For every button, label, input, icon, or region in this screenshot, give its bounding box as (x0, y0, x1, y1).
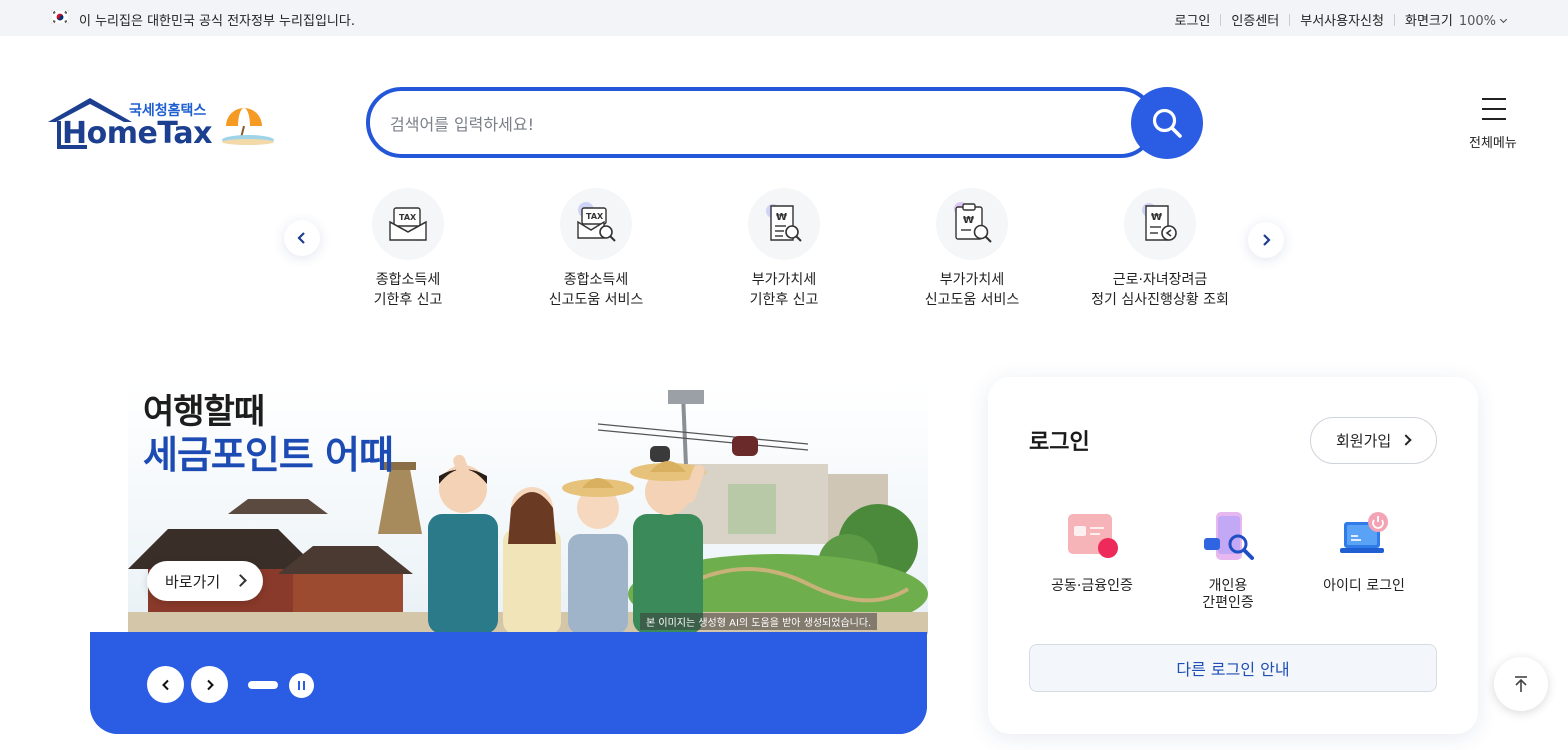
chevron-left-icon (161, 679, 169, 690)
won-document-icon: ₩ (748, 188, 820, 260)
chevron-right-icon (1400, 434, 1412, 446)
certificate-card-icon (1068, 514, 1118, 558)
join-button[interactable]: 회원가입 (1310, 417, 1437, 464)
hamburger-icon (1482, 98, 1506, 128)
logo-title: HomeTax (62, 116, 213, 151)
quick-service-label: 기한후 신고 (373, 292, 443, 308)
search-button[interactable] (1131, 87, 1203, 159)
simple-auth-label: 개인용 간편인증 (1202, 578, 1254, 611)
svg-text:₩: ₩ (776, 212, 787, 223)
banner-goto-button[interactable]: 바로가기 (147, 561, 263, 601)
won-document-clock-icon: ₩ (1124, 188, 1196, 260)
banner-goto-label: 바로가기 (165, 572, 221, 591)
chevron-right-icon (1263, 234, 1271, 246)
svg-text:₩: ₩ (963, 215, 974, 226)
chevron-left-icon (297, 232, 305, 244)
quick-service-item[interactable]: ₩ 부가가치세신고도움 서비스 (877, 188, 1067, 318)
search-icon (1152, 108, 1182, 138)
other-login-guide-button[interactable]: 다른 로그인 안내 (1029, 644, 1437, 692)
banner-prev-button[interactable] (147, 666, 184, 703)
ai-image-notice: 본 이미지는 생성형 AI의 도움을 받아 생성되었습니다. (640, 613, 878, 630)
quick-service-label: 신고도움 서비스 (548, 292, 644, 308)
zoom-value: 100% (1458, 14, 1496, 29)
full-menu-button[interactable]: 전체메뉴 (1460, 96, 1528, 152)
quick-service-label: 기한후 신고 (749, 292, 819, 308)
quick-service-label: 근로·자녀장려금 (1112, 272, 1208, 288)
dept-user-request-link[interactable]: 부서사용자신청 (1290, 10, 1394, 29)
won-clipboard-search-icon: ₩ (936, 188, 1008, 260)
quick-service-label: 부가가치세 (751, 272, 817, 288)
phone-search-icon (1204, 512, 1254, 560)
svg-text:TAX: TAX (399, 213, 417, 222)
quick-service-label: 신고도움 서비스 (924, 292, 1020, 308)
full-menu-label: 전체메뉴 (1469, 136, 1517, 151)
quick-service-item[interactable]: ₩ 근로·자녀장려금정기 심사진행상황 조회 (1065, 188, 1255, 318)
chevron-right-icon (206, 679, 214, 690)
quick-service-label: 부가가치세 (939, 272, 1005, 288)
quick-service-item[interactable]: TAX 종합소득세신고도움 서비스 (501, 188, 691, 318)
other-login-label: 다른 로그인 안내 (1176, 660, 1290, 679)
banner-next-button[interactable] (191, 666, 228, 703)
cert-login-label: 공동·금융인증 (1051, 578, 1133, 594)
id-login-option[interactable]: 아이디 로그인 (1304, 508, 1424, 595)
join-label: 회원가입 (1336, 432, 1392, 450)
quick-service-label: 종합소득세 (375, 272, 441, 288)
id-login-label: 아이디 로그인 (1323, 578, 1405, 594)
svg-text:₩: ₩ (1151, 212, 1162, 223)
gov-notice-text: 이 누리집은 대한민국 공식 전자정부 누리집입니다. (79, 14, 355, 29)
utility-links: 로그인 인증센터 부서사용자신청 화면크기 100% (1165, 10, 1516, 29)
quick-next-button[interactable] (1248, 222, 1284, 258)
quick-service-item[interactable]: TAX 종합소득세기한후 신고 (313, 188, 503, 318)
banner-title-line2: 세금포인트 어때 (143, 433, 394, 477)
arrow-up-to-top-icon (1515, 676, 1527, 692)
tax-search-icon: TAX (560, 188, 632, 260)
banner-pause-button[interactable] (289, 673, 314, 698)
cert-center-link[interactable]: 인증센터 (1221, 10, 1289, 29)
svg-text:TAX: TAX (586, 212, 604, 221)
zoom-label: 화면크기 (1404, 14, 1453, 29)
korean-flag-icon (51, 10, 69, 24)
login-link[interactable]: 로그인 (1165, 10, 1221, 29)
top-bar: 이 누리집은 대한민국 공식 전자정부 누리집입니다. 로그인 인증센터 부서사… (0, 0, 1568, 36)
pause-icon (298, 681, 300, 690)
login-title: 로그인 (1029, 430, 1090, 455)
tax-envelope-icon: TAX (372, 188, 444, 260)
quick-service-item[interactable]: ₩ 부가가치세기한후 신고 (689, 188, 879, 318)
search-input[interactable] (390, 112, 1090, 136)
chevron-right-icon (234, 574, 247, 587)
chevron-down-icon (1499, 15, 1508, 24)
quick-service-label: 종합소득세 (563, 272, 629, 288)
quick-service-label: 정기 심사진행상황 조회 (1091, 292, 1229, 308)
banner-slide-indicator[interactable] (248, 681, 278, 689)
cert-login-option[interactable]: 공동·금융인증 (1032, 508, 1152, 595)
laptop-power-icon (1340, 512, 1388, 553)
simple-auth-login-option[interactable]: 개인용 간편인증 (1168, 508, 1288, 612)
scroll-to-top-button[interactable] (1494, 657, 1548, 711)
zoom-dropdown[interactable]: 화면크기 100% (1395, 10, 1516, 29)
